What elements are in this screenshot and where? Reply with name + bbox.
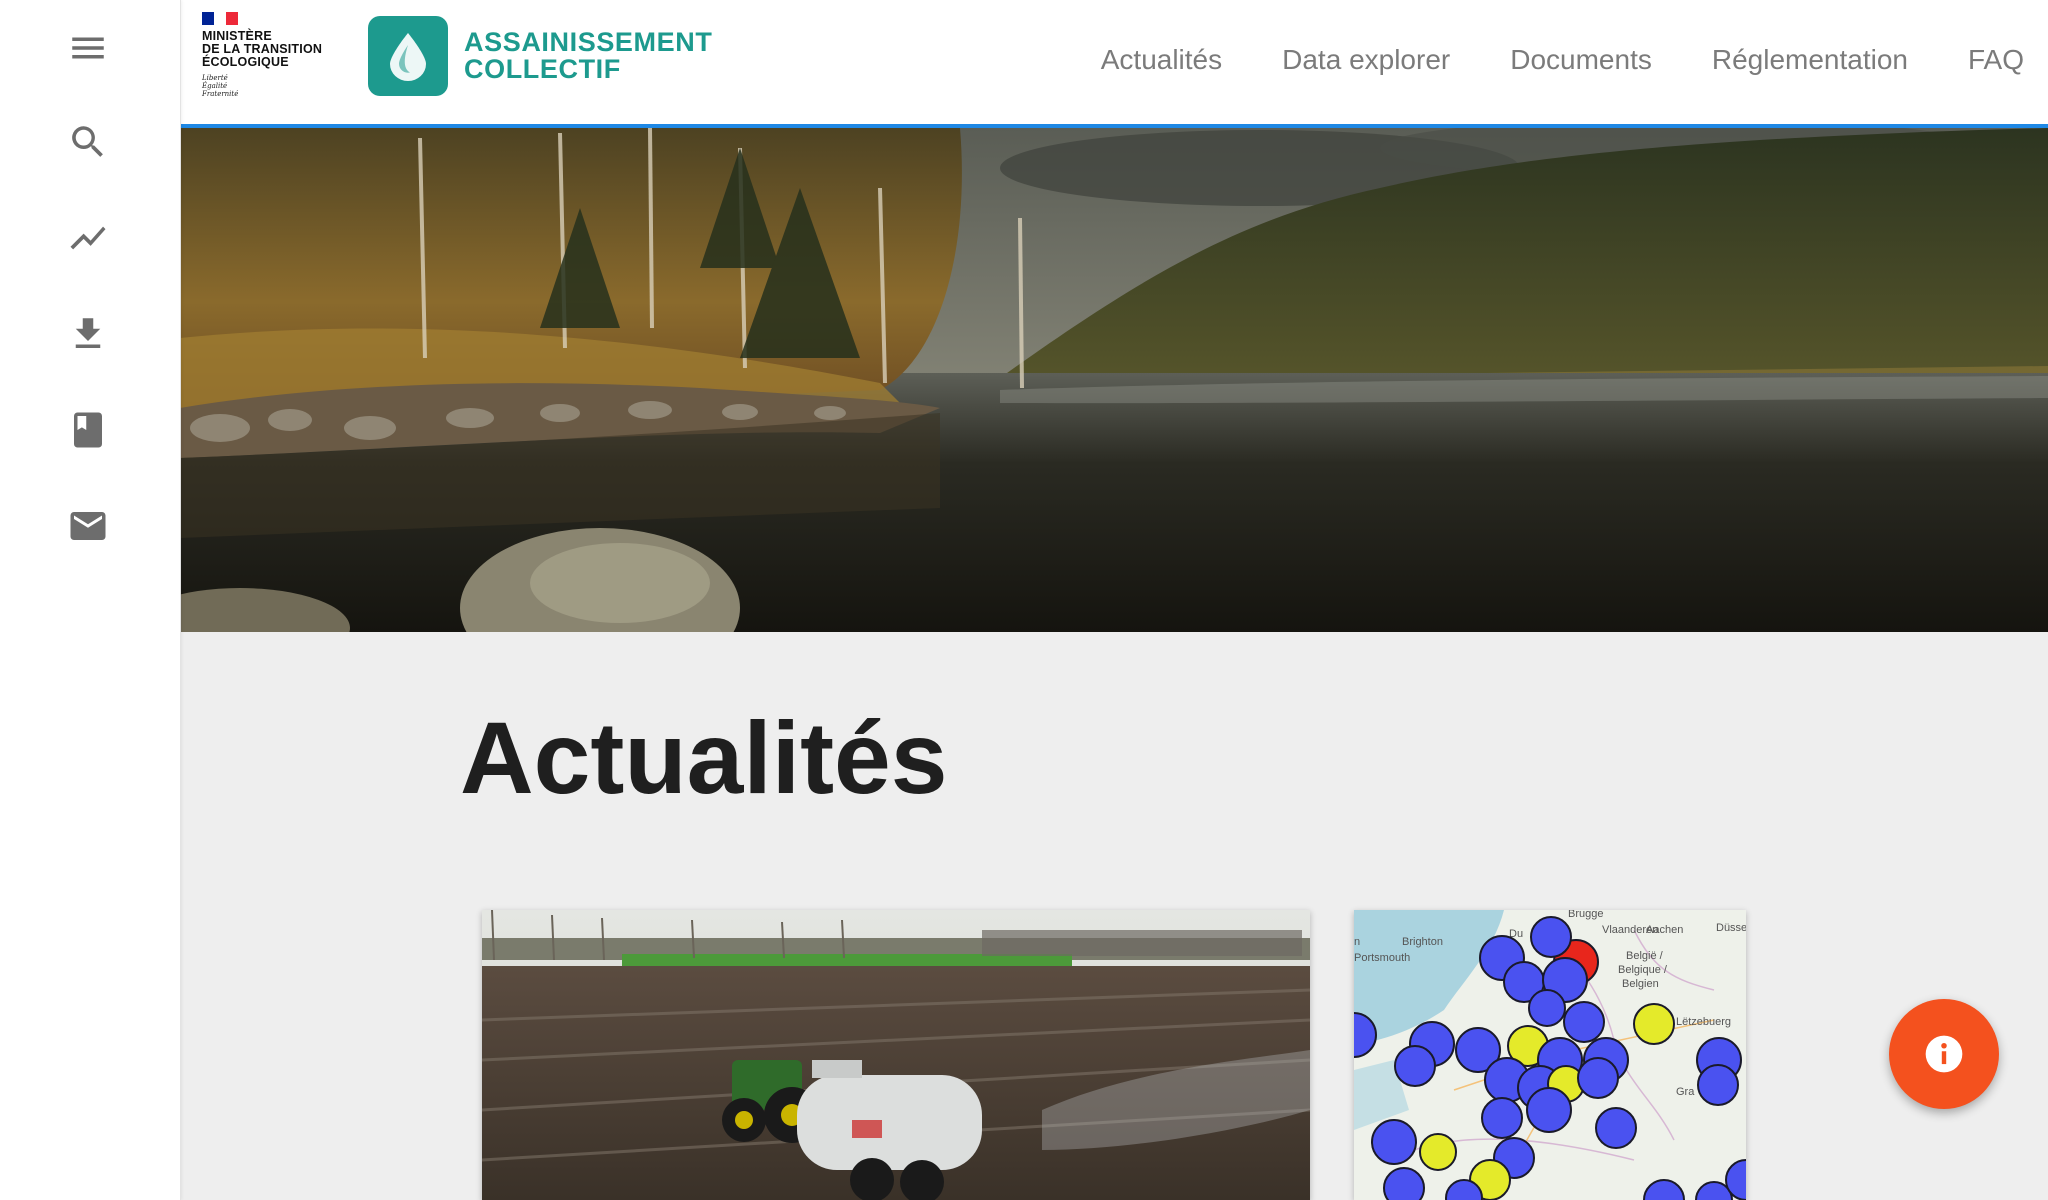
info-icon — [1925, 1035, 1963, 1073]
menu-icon — [72, 37, 104, 59]
download-icon — [75, 318, 101, 348]
news-card-map[interactable]: Brugge Vlaanderen Brighton Portsmouth Du… — [1354, 910, 1746, 1200]
nav-documents[interactable]: Documents — [1510, 44, 1652, 76]
mail-icon — [70, 512, 106, 540]
documents-button[interactable] — [58, 400, 118, 460]
motto-line: Égalité — [202, 82, 228, 90]
menu-button[interactable] — [58, 18, 118, 78]
french-flag-icon — [202, 12, 238, 25]
data-explorer-button[interactable] — [58, 208, 118, 268]
brand-name: ASSAINISSEMENT COLLECTIF — [464, 29, 712, 83]
ministry-name-line: ÉCOLOGIQUE — [202, 55, 289, 69]
brand-line: COLLECTIF — [464, 54, 621, 84]
site-brand[interactable]: ASSAINISSEMENT COLLECTIF — [368, 16, 712, 96]
nav-reglementation[interactable]: Réglementation — [1712, 44, 1908, 76]
nav-data-explorer[interactable]: Data explorer — [1282, 44, 1450, 76]
ministry-name: MINISTÈRE DE LA TRANSITION ÉCOLOGIQUE — [202, 30, 342, 69]
info-fab-button[interactable] — [1889, 999, 1999, 1109]
page-title: Actualités — [460, 701, 948, 815]
hero-banner-image — [180, 128, 2048, 632]
brand-line: ASSAINISSEMENT — [464, 27, 713, 57]
motto-line: Fraternité — [202, 90, 239, 98]
contact-button[interactable] — [58, 496, 118, 556]
ministry-logo[interactable]: MINISTÈRE DE LA TRANSITION ÉCOLOGIQUE Li… — [202, 12, 342, 102]
nav-faq[interactable]: FAQ — [1968, 44, 2024, 76]
station-markers — [1354, 916, 1746, 1200]
republic-motto: Liberté Égalité Fraternité — [202, 74, 262, 98]
trending-icon — [70, 226, 106, 250]
left-sidebar — [0, 0, 181, 1200]
motto-line: Liberté — [202, 74, 228, 82]
tractor-field-photo — [482, 910, 1310, 1200]
search-icon — [72, 126, 103, 157]
nav-actualites[interactable]: Actualités — [1101, 44, 1222, 76]
search-button[interactable] — [58, 112, 118, 172]
news-card-image[interactable] — [482, 910, 1310, 1200]
main-nav: Actualités Data explorer Documents Régle… — [1041, 44, 2024, 76]
water-drop-logo-icon — [368, 16, 448, 96]
download-button[interactable] — [58, 304, 118, 364]
book-icon — [74, 412, 102, 448]
top-header: MINISTÈRE DE LA TRANSITION ÉCOLOGIQUE Li… — [180, 0, 2048, 128]
